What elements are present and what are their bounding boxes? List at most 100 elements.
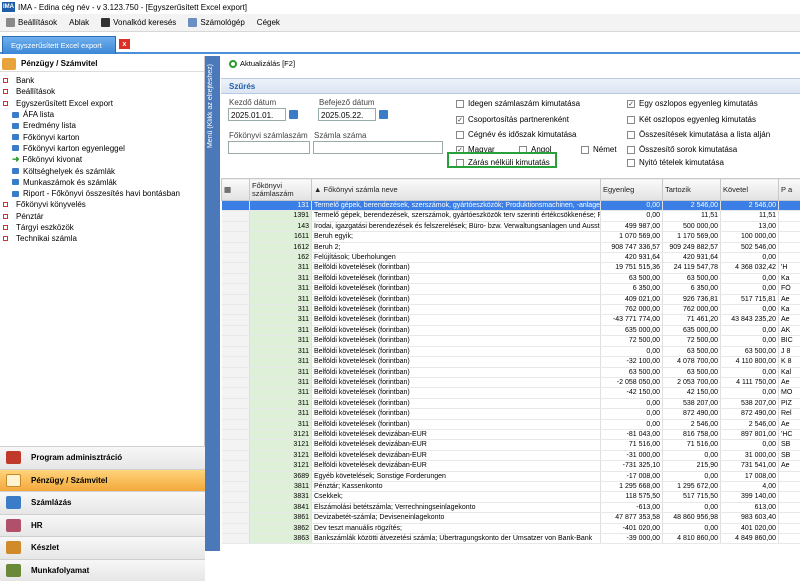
- col-header-credit[interactable]: Követel: [721, 179, 779, 201]
- tree-item-fokonyvi-karton[interactable]: Főkönyvi karton: [0, 131, 204, 142]
- row-selector[interactable]: [222, 253, 250, 263]
- table-row[interactable]: 311Belföldi követelések (forintban)409 0…: [222, 294, 800, 304]
- refresh-button[interactable]: Aktualizálás [F2]: [229, 59, 295, 68]
- table-row[interactable]: 311Belföldi követelések (forintban)6 350…: [222, 284, 800, 294]
- row-selector[interactable]: [222, 502, 250, 512]
- end-date-input[interactable]: 2025.05.22.: [318, 108, 376, 121]
- tree-item-munkaszamok[interactable]: Munkaszámok és számlák: [0, 177, 204, 188]
- row-selector[interactable]: [222, 201, 250, 211]
- row-selector[interactable]: [222, 336, 250, 346]
- table-row[interactable]: 3861Devizabetét-számla; Devisen­einlagek…: [222, 513, 800, 523]
- col-header-account-name[interactable]: ▲ Főkönyvi számla neve: [312, 179, 601, 201]
- nav-finance[interactable]: Pénzügy / Számvitel: [0, 469, 205, 492]
- table-row[interactable]: 311Belföldi követelések (forintban)762 0…: [222, 305, 800, 315]
- table-row[interactable]: 311Belföldi követelések (forintban)0,005…: [222, 398, 800, 408]
- tree-item-technikai-szamla[interactable]: Technikai számla: [0, 233, 204, 244]
- nav-inventory[interactable]: Készlet: [0, 536, 205, 559]
- table-row[interactable]: 311Belföldi követelések (forintban)-42 1…: [222, 388, 800, 398]
- checkbox-nemet[interactable]: Német: [581, 145, 617, 154]
- nav-program-admin[interactable]: Program adminisztráció: [0, 446, 205, 469]
- tree-item-fokonyvi-konyveles[interactable]: Főkönyvi könyvelés: [0, 199, 204, 210]
- row-selector[interactable]: [222, 221, 250, 231]
- table-row[interactable]: 311Belföldi követelések (forintban)0,008…: [222, 409, 800, 419]
- invoice-number-input[interactable]: [313, 141, 443, 154]
- row-selector[interactable]: [222, 398, 250, 408]
- table-row[interactable]: 3841Elszámolási betétszámla; Verrechning…: [222, 502, 800, 512]
- table-row[interactable]: 3121Belföldi követelések devizában-EUR-7…: [222, 461, 800, 471]
- col-header-partner[interactable]: P a: [779, 179, 800, 201]
- checkbox-egy-oszlopos[interactable]: ✓Egy oszlopos egyenleg kimutatás: [627, 99, 758, 108]
- tree-item-fokonyvi-kivonat[interactable]: ➜Főkönyvi kivonat: [0, 154, 204, 165]
- row-selector[interactable]: [222, 325, 250, 335]
- table-row[interactable]: 311Belföldi követelések (forintban)0,006…: [222, 346, 800, 356]
- tab-excel-export[interactable]: Egyszerűsített Excel export: [2, 36, 116, 54]
- row-selector[interactable]: [222, 429, 250, 439]
- row-selector[interactable]: [222, 481, 250, 491]
- table-row[interactable]: 131Termelő gépek, berendezések, szerszám…: [222, 201, 800, 211]
- table-row[interactable]: 3862Dev teszt manuális rögzítés;-401 020…: [222, 523, 800, 533]
- table-row[interactable]: 1611Beruh egyik;1 070 569,001 170 569,00…: [222, 232, 800, 242]
- checkbox-cegnev[interactable]: Cégnév és időszak kimutatása: [456, 130, 577, 139]
- row-selector[interactable]: [222, 305, 250, 315]
- col-header-account[interactable]: Főkönyvi számlaszám: [250, 179, 312, 201]
- checkbox-csoport[interactable]: ✓Csoportosítás partnerenként: [456, 115, 569, 124]
- checkbox-nyito-tetelek[interactable]: Nyitó tételek kimutatása: [627, 158, 724, 167]
- row-selector[interactable]: [222, 523, 250, 533]
- checkbox-osszesito-sorok[interactable]: Összesítő sorok kimutatása: [627, 145, 737, 154]
- table-row[interactable]: 311Belföldi követelések (forintban)-2 05…: [222, 377, 800, 387]
- table-row[interactable]: 311Belföldi követelések (forintban)-32 1…: [222, 357, 800, 367]
- row-selector[interactable]: [222, 534, 250, 544]
- calendar-icon[interactable]: [379, 110, 388, 119]
- table-row[interactable]: 311Belföldi követelések (forintban)63 50…: [222, 367, 800, 377]
- row-selector[interactable]: [222, 450, 250, 460]
- tree-item-targyi-eszkozok[interactable]: Tárgyi eszközök: [0, 222, 204, 233]
- table-row[interactable]: 3811Pénztár; Kassenkonto1 295 668,001 29…: [222, 481, 800, 491]
- table-row[interactable]: 3689Egyéb követelések; Sonstige Forderun…: [222, 471, 800, 481]
- tree-item-riport[interactable]: Riport - Főkönyvi összesítés havi bontás…: [0, 188, 204, 199]
- row-selector[interactable]: [222, 273, 250, 283]
- menu-companies[interactable]: Cégek: [251, 14, 286, 32]
- table-row[interactable]: 143Irodai, igazgatási berendezések és fe…: [222, 221, 800, 231]
- table-row[interactable]: 311Belföldi követelések (forintban)19 75…: [222, 263, 800, 273]
- row-selector[interactable]: [222, 294, 250, 304]
- tree-item-fokonyvi-karton-egyenleggel[interactable]: Főkönyvi karton egyenleggel: [0, 143, 204, 154]
- col-header-debit[interactable]: Tartozik: [663, 179, 721, 201]
- checkbox-idegen[interactable]: Idegen számlaszám kimutatása: [456, 99, 580, 108]
- tree-item-afa-lista[interactable]: ÁFA lista: [0, 109, 204, 120]
- row-selector[interactable]: [222, 211, 250, 221]
- row-selector[interactable]: [222, 409, 250, 419]
- tree-item-settings[interactable]: Beállítások: [0, 86, 204, 97]
- table-row[interactable]: 311Belföldi követelések (forintban)0,002…: [222, 419, 800, 429]
- start-date-input[interactable]: 2025.01.01.: [228, 108, 286, 121]
- table-row[interactable]: 3831Csekkek;118 575,50517 715,50399 140,…: [222, 492, 800, 502]
- row-selector[interactable]: [222, 492, 250, 502]
- table-row[interactable]: 3863Bankszámlák közötti átvezetési száml…: [222, 534, 800, 544]
- menu-window[interactable]: Ablak: [63, 14, 95, 32]
- nav-workflow[interactable]: Munkafolyamat: [0, 559, 205, 581]
- row-selector[interactable]: [222, 357, 250, 367]
- table-row[interactable]: 311Belföldi követelések (forintban)63 50…: [222, 273, 800, 283]
- table-row[interactable]: 1612Beruh 2;908 747 336,57909 249 882,57…: [222, 242, 800, 252]
- row-selector[interactable]: [222, 419, 250, 429]
- table-row[interactable]: 1391Termelő gépek, berendezések, szerszá…: [222, 211, 800, 221]
- nav-hr[interactable]: HR: [0, 514, 205, 537]
- tree-item-excel-export[interactable]: Egyszerűsített Excel export: [0, 98, 204, 109]
- account-number-input[interactable]: [228, 141, 310, 154]
- tree-item-penztar[interactable]: Pénztár: [0, 211, 204, 222]
- row-selector[interactable]: [222, 284, 250, 294]
- checkbox-ket-oszlopos[interactable]: Két oszlopos egyenleg kimutatás: [627, 115, 756, 124]
- table-row[interactable]: 162Felújítások; Überholungen420 931,6442…: [222, 253, 800, 263]
- row-selector[interactable]: [222, 513, 250, 523]
- table-row[interactable]: 3121Belföldi követelések devizában-EUR71…: [222, 440, 800, 450]
- table-row[interactable]: 311Belföldi követelések (forintban)-43 7…: [222, 315, 800, 325]
- tree-item-bank[interactable]: Bank: [0, 75, 204, 86]
- menu-barcode-search[interactable]: Vonalkód keresés: [95, 14, 182, 32]
- row-selector[interactable]: [222, 440, 250, 450]
- row-selector[interactable]: [222, 461, 250, 471]
- calendar-icon[interactable]: [289, 110, 298, 119]
- row-selector[interactable]: [222, 346, 250, 356]
- close-tab-icon[interactable]: x: [119, 39, 130, 49]
- row-selector[interactable]: [222, 377, 250, 387]
- nav-invoicing[interactable]: Számlázás: [0, 491, 205, 514]
- tree-item-eredmeny-lista[interactable]: Eredmény lista: [0, 120, 204, 131]
